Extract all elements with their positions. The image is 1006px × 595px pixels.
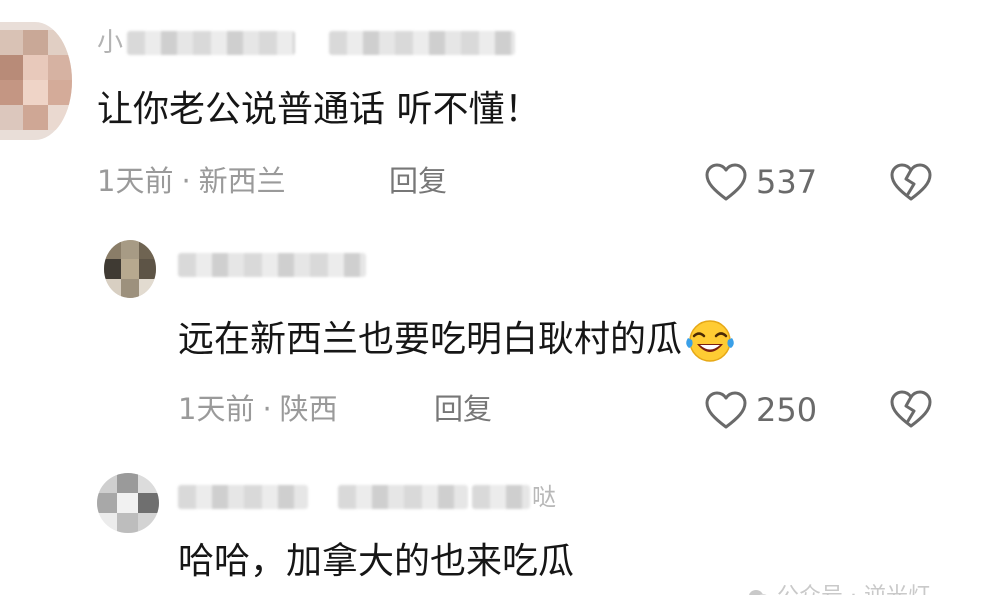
reply-button[interactable]: 回复 — [434, 392, 492, 426]
comment-meta: 1天前 · 陕西 — [178, 392, 338, 426]
dislike-button[interactable] — [888, 162, 934, 206]
reply-button[interactable]: 回复 — [389, 164, 447, 198]
avatar[interactable] — [104, 240, 156, 298]
username-redacted[interactable]: 哒 — [178, 484, 556, 510]
dislike-button[interactable] — [888, 389, 934, 433]
like-count: 250 — [756, 391, 818, 429]
comment-location: 陕西 — [279, 392, 338, 426]
username-blur-mask — [338, 485, 468, 509]
broken-heart-icon — [890, 163, 932, 201]
comment-thread: 小 让你老公说普通话 听不懂！ 1天前 · 新西兰 回复 537 远在新西兰也要… — [0, 0, 1006, 595]
username-blur-mask — [127, 31, 296, 55]
username-blur-mask — [178, 485, 308, 509]
comment-meta: 1天前 · 新西兰 — [97, 164, 286, 198]
watermark: 公众号 · 逆光灯 — [748, 578, 930, 595]
like-button[interactable]: 537 — [704, 162, 817, 202]
comment-location: 新西兰 — [198, 164, 286, 198]
username-blur-mask — [329, 31, 516, 55]
wechat-official-account-icon — [749, 590, 767, 595]
username-blur-mask — [472, 485, 530, 509]
username-redacted[interactable] — [178, 252, 366, 278]
pixelated-avatar-image — [97, 473, 159, 533]
username-redacted[interactable]: 小 — [97, 28, 516, 58]
heart-outline-icon — [705, 391, 747, 429]
like-count: 537 — [756, 163, 818, 201]
heart-outline-icon — [705, 163, 747, 201]
pixelated-avatar-image — [0, 22, 72, 140]
crying-laughing-emoji — [686, 320, 734, 362]
avatar[interactable] — [97, 473, 159, 533]
meta-separator: · — [262, 392, 272, 426]
comment-text: 让你老公说普通话 听不懂！ — [97, 89, 541, 130]
broken-heart-icon — [890, 390, 932, 428]
like-button[interactable]: 250 — [704, 390, 817, 430]
pixelated-avatar-image — [104, 240, 156, 298]
username-visible-fragment: 哒 — [532, 483, 556, 511]
comment-time: 1天前 — [178, 392, 255, 426]
meta-separator: · — [181, 164, 191, 198]
comment-text: 哈哈，加拿大的也来吃瓜 — [178, 541, 575, 582]
comment-time: 1天前 — [97, 164, 174, 198]
watermark-text: 公众号 · 逆光灯 — [777, 584, 930, 595]
avatar[interactable] — [0, 22, 72, 140]
comment-text: 远在新西兰也要吃明白耿村的瓜 — [178, 318, 736, 364]
username-visible-fragment: 小 — [97, 28, 124, 58]
username-blur-mask — [178, 253, 366, 277]
comment-text-content: 远在新西兰也要吃明白耿村的瓜 — [178, 319, 683, 360]
